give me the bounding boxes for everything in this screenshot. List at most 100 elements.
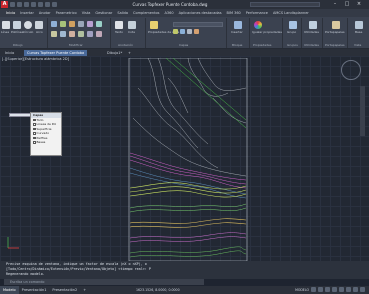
- tab-complementos[interactable]: Complementos: [133, 11, 159, 15]
- tab-aplicaciones-destacadas[interactable]: Aplicaciones destacadas: [179, 11, 222, 15]
- trim-icon[interactable]: [69, 21, 75, 27]
- group-label-grupos[interactable]: Grupos: [287, 43, 298, 47]
- group-label-dibujo[interactable]: Dibujo: [13, 43, 23, 47]
- print-icon[interactable]: [38, 2, 43, 7]
- customize-icon[interactable]: [360, 287, 365, 292]
- open-file-icon[interactable]: [17, 2, 22, 7]
- scale-icon[interactable]: [60, 31, 66, 37]
- text-icon[interactable]: [115, 21, 123, 29]
- osnap-icon[interactable]: [339, 287, 344, 292]
- tab-presentacion1[interactable]: Presentación1: [19, 286, 50, 294]
- checkbox-icon[interactable]: [33, 132, 36, 135]
- checkbox-icon[interactable]: [33, 123, 36, 126]
- line-button[interactable]: Línea: [1, 30, 9, 34]
- group-label-bloque[interactable]: Bloque: [232, 43, 242, 47]
- insert-block-button[interactable]: Insertar: [231, 30, 243, 34]
- tab-amcs[interactable]: AMCS Landisplanner: [273, 11, 309, 15]
- group-label-portapapeles[interactable]: Portapapeles: [325, 43, 345, 47]
- explode-icon[interactable]: [96, 31, 102, 37]
- group-label-propiedades[interactable]: Propiedades: [253, 43, 271, 47]
- annotation-scale-icon[interactable]: [346, 287, 351, 292]
- minimize-icon[interactable]: –: [329, 1, 341, 8]
- tab-performance[interactable]: Performance: [246, 11, 268, 15]
- rotate-icon[interactable]: [60, 21, 66, 27]
- add-layout-icon[interactable]: +: [80, 286, 89, 294]
- arc-button[interactable]: Arco: [36, 30, 43, 34]
- base-view-button[interactable]: Base: [355, 30, 362, 34]
- command-input[interactable]: Escriba un comando: [4, 279, 204, 285]
- drawing-canvas[interactable]: [-][Superior][Estructura alámbrica 2D]: [0, 56, 369, 261]
- palette-title-strip[interactable]: [9, 113, 31, 117]
- new-file-icon[interactable]: [10, 2, 15, 7]
- checkbox-icon[interactable]: [33, 136, 36, 139]
- group-label-capas[interactable]: Capas: [179, 43, 188, 47]
- polyline-button[interactable]: Polilínea: [11, 30, 23, 34]
- checkbox-icon[interactable]: [33, 141, 36, 144]
- circle-icon[interactable]: [24, 21, 32, 29]
- undo-icon[interactable]: [45, 2, 50, 7]
- mirror-icon[interactable]: [87, 21, 93, 27]
- layer-item[interactable]: Bases: [31, 140, 61, 145]
- dimension-button[interactable]: Cota: [128, 30, 135, 34]
- tab-bim360[interactable]: BIM 360: [227, 11, 241, 15]
- measure-icon[interactable]: [309, 21, 317, 29]
- line-icon[interactable]: [2, 21, 10, 29]
- checkbox-icon[interactable]: [33, 127, 36, 130]
- match-properties-button[interactable]: Igualar propiedades: [252, 30, 282, 34]
- tab-gestionar[interactable]: Gestionar: [95, 11, 112, 15]
- tab-insertar[interactable]: Insertar: [20, 11, 34, 15]
- save-icon[interactable]: [24, 2, 29, 7]
- group-label-anotacion[interactable]: Anotación: [118, 43, 133, 47]
- dimension-icon[interactable]: [128, 21, 136, 29]
- clipboard-button[interactable]: Portapapeles: [325, 30, 345, 34]
- match-properties-icon[interactable]: [254, 21, 262, 29]
- redo-icon[interactable]: [52, 2, 57, 7]
- save-as-icon[interactable]: [31, 2, 36, 7]
- clipboard-icon[interactable]: [332, 21, 340, 29]
- group-button[interactable]: Grupo: [287, 30, 296, 34]
- layer-isolate-icon[interactable]: [194, 29, 199, 34]
- tab-presentacion2[interactable]: Presentación2: [49, 286, 80, 294]
- navigation-bar[interactable]: [360, 86, 365, 136]
- circle-button[interactable]: Círculo: [23, 30, 33, 34]
- checkbox-icon[interactable]: [33, 118, 36, 121]
- layer-freeze-icon[interactable]: [173, 29, 178, 34]
- tab-vista[interactable]: Vista: [82, 11, 91, 15]
- fillet-icon[interactable]: [96, 21, 102, 27]
- workspace-gear-icon[interactable]: [353, 287, 358, 292]
- polyline-icon[interactable]: [13, 21, 21, 29]
- tab-inicio[interactable]: Inicio: [6, 11, 15, 15]
- group-label-vista[interactable]: Vista: [354, 43, 361, 47]
- tab-salida[interactable]: Salida: [117, 11, 128, 15]
- move-icon[interactable]: [51, 21, 57, 27]
- app-logo-button[interactable]: A: [1, 1, 8, 8]
- array-icon[interactable]: [69, 31, 75, 37]
- layer-properties-icon[interactable]: [150, 21, 158, 29]
- tab-parametrico[interactable]: Parametrico: [56, 11, 77, 15]
- layer-off-icon[interactable]: [187, 29, 192, 34]
- erase-icon[interactable]: [78, 31, 84, 37]
- text-button[interactable]: Texto: [115, 30, 123, 34]
- tab-modelo[interactable]: Modelo: [0, 286, 19, 294]
- snap-icon[interactable]: [318, 287, 323, 292]
- group-label-utilidades[interactable]: Utilidades: [304, 43, 319, 47]
- stretch-icon[interactable]: [51, 31, 57, 37]
- tab-a360[interactable]: A360: [165, 11, 174, 15]
- group-label-modificar[interactable]: Modificar: [69, 43, 83, 47]
- ortho-icon[interactable]: [325, 287, 330, 292]
- tab-anotar[interactable]: Anotar: [39, 11, 51, 15]
- group-icon[interactable]: [289, 21, 297, 29]
- layer-lock-icon[interactable]: [180, 29, 185, 34]
- layer-dropdown[interactable]: [173, 22, 223, 27]
- base-view-icon[interactable]: [355, 21, 363, 29]
- grid-icon[interactable]: [311, 287, 316, 292]
- close-icon[interactable]: ×: [353, 1, 365, 8]
- search-input[interactable]: [250, 2, 320, 7]
- copy-icon[interactable]: [78, 21, 84, 27]
- utilities-button[interactable]: Utilidades: [304, 30, 319, 34]
- insert-block-icon[interactable]: [234, 21, 242, 29]
- viewport-controls[interactable]: [-][Superior][Estructura alámbrica 2D]: [2, 57, 69, 61]
- viewcube-icon[interactable]: [341, 60, 361, 80]
- polar-icon[interactable]: [332, 287, 337, 292]
- arc-icon[interactable]: [35, 21, 43, 29]
